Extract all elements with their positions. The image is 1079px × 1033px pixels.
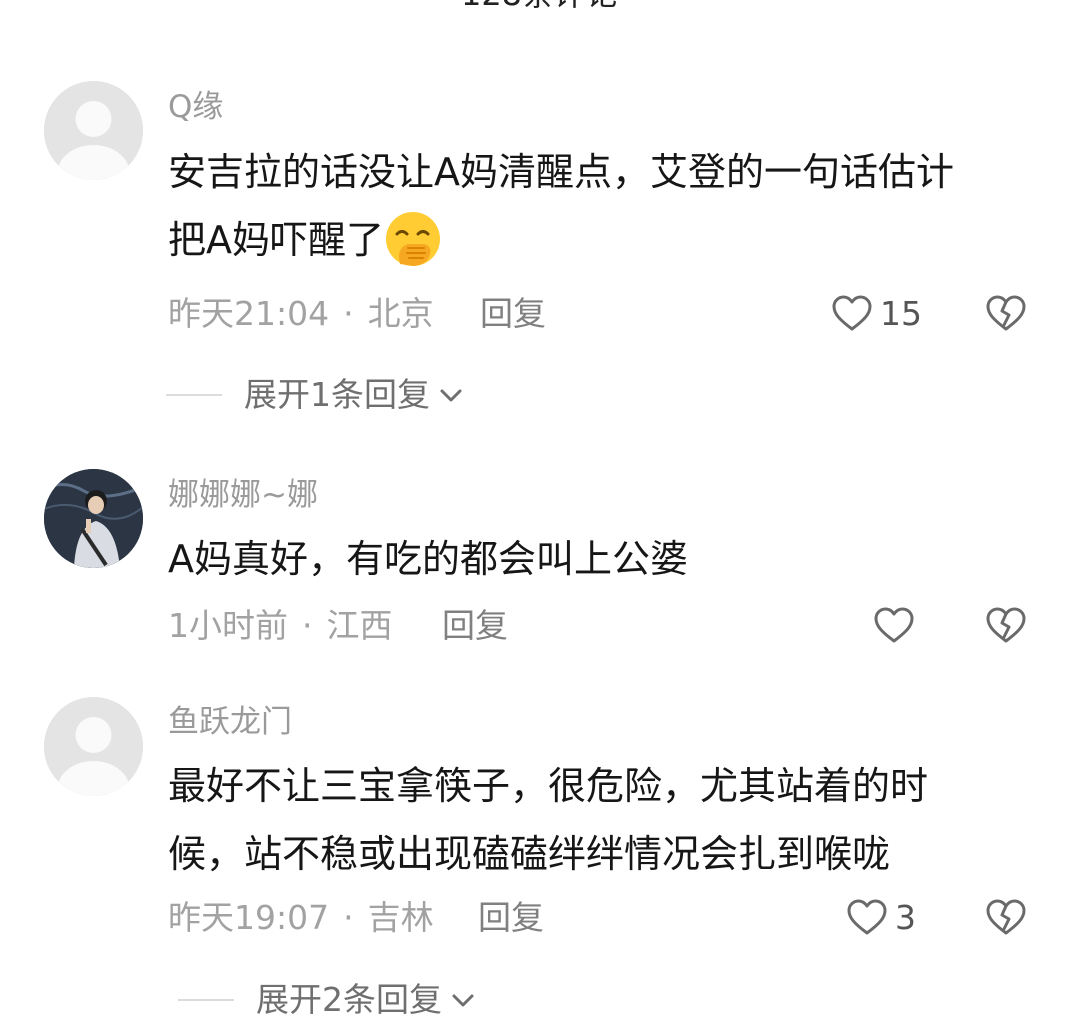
reply-button[interactable]: 回复 <box>442 606 508 646</box>
comment-meta: 1小时前 · 江西 <box>168 606 393 646</box>
like-button[interactable]: 3 <box>845 896 916 940</box>
comment-meta: 昨天21:04 · 北京 <box>168 294 434 334</box>
default-avatar-icon <box>44 81 143 180</box>
dislike-button[interactable] <box>984 292 1028 336</box>
comment-text-line-with-emoji: 把A妈吓醒了 <box>168 206 1048 274</box>
comment-text-line: 候，站不稳或出现磕磕绊绊情况会扎到喉咙 <box>168 832 891 876</box>
comments-panel: 128条评论 Q缘 安吉拉的话没让A妈清醒点，艾登的一句话估计 把A妈吓醒了 <box>0 0 1079 1033</box>
dislike-button[interactable] <box>984 604 1028 648</box>
comment-text-line: 安吉拉的话没让A妈清醒点，艾登的一句话估计 <box>168 150 954 194</box>
expand-replies-label: 展开1条回复 <box>244 375 430 414</box>
comment-text: 安吉拉的话没让A妈清醒点，艾登的一句话估计 把A妈吓醒了 <box>168 138 1048 274</box>
like-count: 3 <box>895 898 916 937</box>
hand-over-mouth-emoji-icon <box>384 210 442 268</box>
comment-username[interactable]: 鱼跃龙门 <box>168 702 292 742</box>
like-button[interactable] <box>872 604 916 648</box>
user-avatar[interactable] <box>44 697 143 796</box>
comment-text: 最好不让三宝拿筷子，很危险，尤其站着的时 候，站不稳或出现磕磕绊绊情况会扎到喉咙 <box>168 752 1048 888</box>
meta-separator: · <box>302 606 313 645</box>
comment-time: 1小时前 <box>168 606 288 645</box>
heart-icon <box>847 899 887 935</box>
expand-replies-label: 展开2条回复 <box>256 980 442 1019</box>
comment-username[interactable]: 娜娜娜~娜 <box>168 475 318 515</box>
like-count: 15 <box>880 294 922 333</box>
heart-icon <box>832 295 872 331</box>
broken-heart-icon <box>986 899 1026 935</box>
like-button[interactable]: 15 <box>830 292 922 336</box>
comment-location: 北京 <box>367 294 434 333</box>
comment-location: 江西 <box>326 606 393 645</box>
comment-time: 昨天21:04 <box>168 294 330 333</box>
comment-time: 昨天19:07 <box>168 898 330 937</box>
comment-text: A妈真好，有吃的都会叫上公婆 <box>168 525 1048 593</box>
broken-heart-icon <box>986 295 1026 331</box>
reply-button[interactable]: 回复 <box>478 898 544 938</box>
chevron-down-icon <box>452 994 474 1007</box>
photo-avatar-icon <box>44 469 143 568</box>
meta-separator: · <box>343 294 354 333</box>
expand-replies-button[interactable]: 展开2条回复 <box>178 980 476 1020</box>
meta-separator: · <box>343 898 354 937</box>
expand-replies-button[interactable]: 展开1条回复 <box>166 375 464 415</box>
dislike-button[interactable] <box>984 896 1028 940</box>
comment-count-title: 128条评论 <box>0 0 1079 10</box>
comment-meta: 昨天19:07 · 吉林 <box>168 898 434 938</box>
expand-divider <box>166 394 222 396</box>
heart-icon <box>874 607 914 643</box>
default-avatar-icon <box>44 697 143 796</box>
broken-heart-icon <box>986 607 1026 643</box>
comment-text-line: 最好不让三宝拿筷子，很危险，尤其站着的时 <box>168 764 929 808</box>
reply-button[interactable]: 回复 <box>480 294 546 334</box>
user-avatar[interactable] <box>44 469 143 568</box>
comment-username[interactable]: Q缘 <box>168 87 223 127</box>
expand-divider <box>178 999 234 1001</box>
user-avatar[interactable] <box>44 81 143 180</box>
comment-location: 吉林 <box>367 898 434 937</box>
chevron-down-icon <box>440 389 462 402</box>
comment-text-segment: 把A妈吓醒了 <box>168 218 384 262</box>
comment-text-line: A妈真好，有吃的都会叫上公婆 <box>168 537 688 581</box>
